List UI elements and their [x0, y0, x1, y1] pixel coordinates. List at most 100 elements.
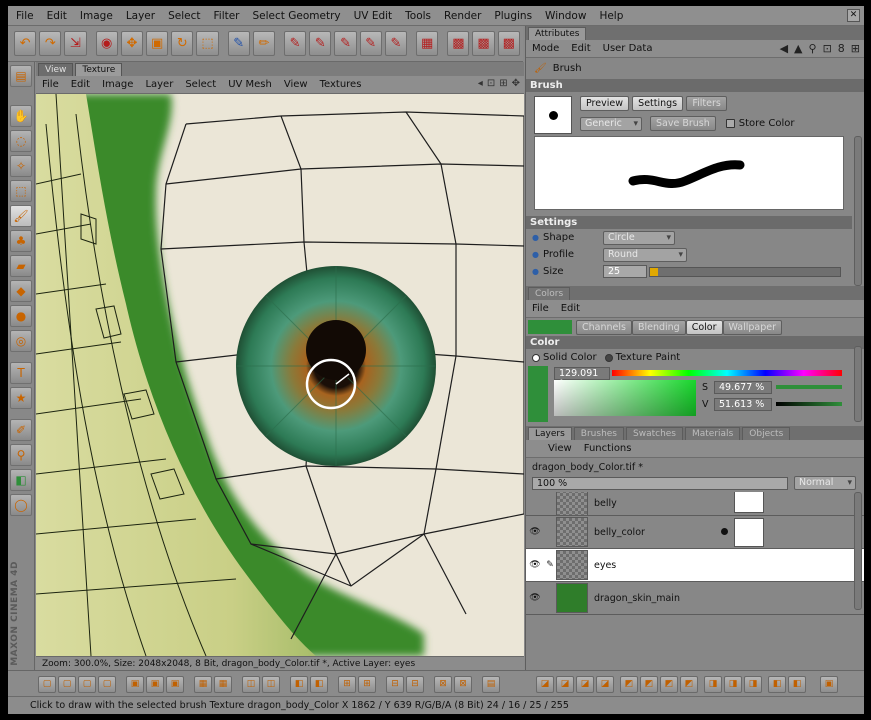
menu-layer[interactable]: Layer [126, 10, 155, 22]
tool-m-icon[interactable]: ◧ [310, 676, 328, 693]
tool-q-icon[interactable]: ⊟ [406, 676, 424, 693]
layer-tool-e-icon[interactable]: ◩ [620, 676, 638, 693]
move-view-icon[interactable]: ✥ [512, 78, 520, 89]
layer-tool-g-icon[interactable]: ◩ [660, 676, 678, 693]
current-color-swatch[interactable] [528, 320, 572, 334]
smudge-icon[interactable]: ● [10, 305, 32, 327]
hand-icon[interactable]: ✋ [10, 105, 32, 127]
layer-tool-m-icon[interactable]: ◧ [788, 676, 806, 693]
channel-paint-icon[interactable]: ✎ [284, 31, 307, 56]
visibility-icon[interactable]: 👁 [526, 593, 544, 603]
tab-colors[interactable]: Colors [528, 287, 571, 300]
redo-icon[interactable]: ↷ [39, 31, 62, 56]
layer-tool-n-icon[interactable]: ▣ [820, 676, 838, 693]
checker2-icon[interactable]: ▩ [472, 31, 495, 56]
blend-mode-dropdown[interactable]: Normal [794, 476, 856, 490]
projection-paint-icon[interactable]: ▦ [416, 31, 439, 56]
layer-tool-f-icon[interactable]: ◩ [640, 676, 658, 693]
attributes-scrollbar[interactable] [854, 136, 862, 286]
tool-j-icon[interactable]: ◫ [242, 676, 260, 693]
hue-slider[interactable] [612, 370, 842, 376]
view-menu-textures[interactable]: Textures [320, 79, 362, 90]
menu-select[interactable]: Select [168, 10, 200, 22]
clone-icon[interactable]: ♣ [10, 230, 32, 252]
tab-blending[interactable]: Blending [631, 319, 686, 335]
tab-settings[interactable]: Settings [632, 96, 684, 111]
menu-render[interactable]: Render [444, 10, 481, 22]
tool-e-icon[interactable]: ▣ [126, 676, 144, 693]
menu-file[interactable]: File [16, 10, 34, 22]
attr-menu-mode[interactable]: Mode [532, 43, 559, 54]
shape-dropdown[interactable]: Circle [602, 230, 675, 245]
up-arrow-icon[interactable]: ▲ [794, 42, 802, 55]
layer-mask[interactable] [734, 492, 764, 513]
tab-materials[interactable]: Materials [685, 427, 741, 440]
size-field[interactable]: 25 [602, 265, 647, 278]
paint-3d-icon[interactable]: ✏ [252, 31, 276, 56]
tool-o-icon[interactable]: ⊞ [358, 676, 376, 693]
lock-icon[interactable]: ⊡ [487, 78, 495, 89]
visibility-icon[interactable]: 👁 [526, 560, 544, 570]
layers-scrollbar[interactable] [854, 492, 862, 610]
view-menu-file[interactable]: File [42, 79, 59, 90]
sv-gradient[interactable] [554, 380, 696, 416]
edit-icon[interactable]: ✎ [544, 560, 556, 570]
s-slider[interactable] [776, 385, 842, 389]
colors-menu-file[interactable]: File [532, 303, 549, 314]
transform-icon[interactable]: ⬚ [196, 31, 219, 56]
move-icon[interactable]: ✥ [120, 31, 144, 56]
layer-mask[interactable] [734, 518, 764, 547]
lasso-icon[interactable]: ◌ [10, 130, 32, 152]
layer-tool-c-icon[interactable]: ◪ [576, 676, 594, 693]
shape-anim-dot[interactable]: ● [532, 233, 539, 242]
layer-tool-h-icon[interactable]: ◩ [680, 676, 698, 693]
layer-tool-i-icon[interactable]: ◨ [704, 676, 722, 693]
layer-tool-l-icon[interactable]: ◧ [768, 676, 786, 693]
tool-k-icon[interactable]: ◫ [262, 676, 280, 693]
v-field[interactable]: 51.613 % [714, 398, 772, 411]
arrow-left-icon[interactable]: ◂ [478, 78, 483, 89]
colors-menu-edit[interactable]: Edit [561, 303, 580, 314]
tab-wallpaper[interactable]: Wallpaper [722, 319, 783, 335]
magic-wand-icon[interactable]: ✧ [10, 155, 32, 177]
channel-blue-icon[interactable]: ✎ [359, 31, 382, 56]
menu-edit[interactable]: Edit [47, 10, 67, 22]
tool-t-icon[interactable]: ▤ [482, 676, 500, 693]
texture-canvas[interactable] [36, 94, 524, 656]
visibility-icon[interactable]: 👁 [526, 527, 544, 537]
mode-icon[interactable]: ◯ [10, 494, 32, 516]
layer-tool-b-icon[interactable]: ◪ [556, 676, 574, 693]
tab-filters[interactable]: Filters [686, 96, 727, 111]
fill-icon[interactable]: ◆ [10, 280, 32, 302]
color-swatches-icon[interactable]: ◧ [10, 469, 32, 491]
layer-tool-k-icon[interactable]: ◨ [744, 676, 762, 693]
lock-icon[interactable]: ⊡ [823, 42, 832, 55]
layers-menu-functions[interactable]: Functions [584, 443, 632, 454]
menu-uv-edit[interactable]: UV Edit [354, 10, 393, 22]
tab-view[interactable]: View [38, 63, 74, 76]
view-menu-select[interactable]: Select [185, 79, 216, 90]
brush-preset-dropdown[interactable]: Generic [580, 116, 642, 131]
layers-menu-view[interactable]: View [548, 443, 572, 454]
tab-brushes[interactable]: Brushes [573, 427, 624, 440]
view-menu-view[interactable]: View [284, 79, 308, 90]
tab-channels[interactable]: Channels [576, 319, 632, 335]
tab-preview[interactable]: Preview [580, 96, 629, 111]
tool-n-icon[interactable]: ⊞ [338, 676, 356, 693]
channel-green-icon[interactable]: ✎ [334, 31, 357, 56]
menu-tools[interactable]: Tools [405, 10, 431, 22]
layer-tool-j-icon[interactable]: ◨ [724, 676, 742, 693]
checker-icon[interactable]: ▩ [447, 31, 470, 56]
tab-texture[interactable]: Texture [75, 63, 123, 76]
eyedropper-icon[interactable]: ✐ [10, 419, 32, 441]
eraser-icon[interactable]: ▰ [10, 255, 32, 277]
menu-help[interactable]: Help [599, 10, 623, 22]
search-icon[interactable]: ⚲ [809, 42, 817, 55]
size-anim-dot[interactable]: ● [532, 267, 539, 276]
undo-icon[interactable]: ↶ [14, 31, 37, 56]
channel-red-icon[interactable]: ✎ [309, 31, 332, 56]
texture-paint-radio[interactable] [604, 353, 613, 362]
close-icon[interactable]: ✕ [847, 9, 860, 22]
tool-i-icon[interactable]: ▦ [214, 676, 232, 693]
selection-icon[interactable]: ⬚ [10, 180, 32, 202]
